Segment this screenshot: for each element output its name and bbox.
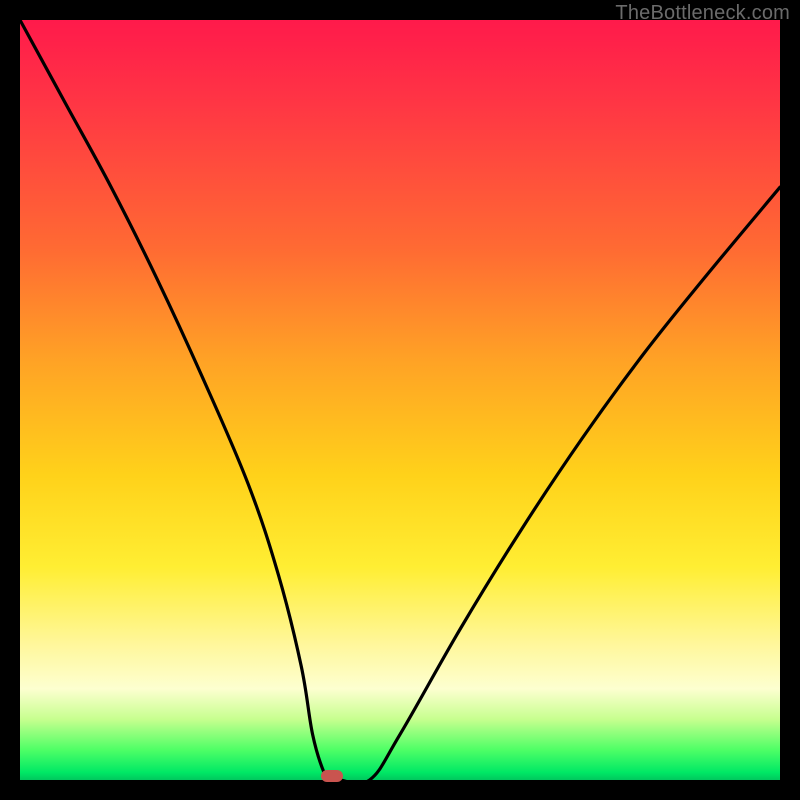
- optimal-point-marker: [321, 770, 343, 782]
- chart-frame: TheBottleneck.com: [0, 0, 800, 800]
- bottleneck-curve: [20, 20, 780, 784]
- curve-svg: [20, 20, 780, 780]
- plot-area: [20, 20, 780, 780]
